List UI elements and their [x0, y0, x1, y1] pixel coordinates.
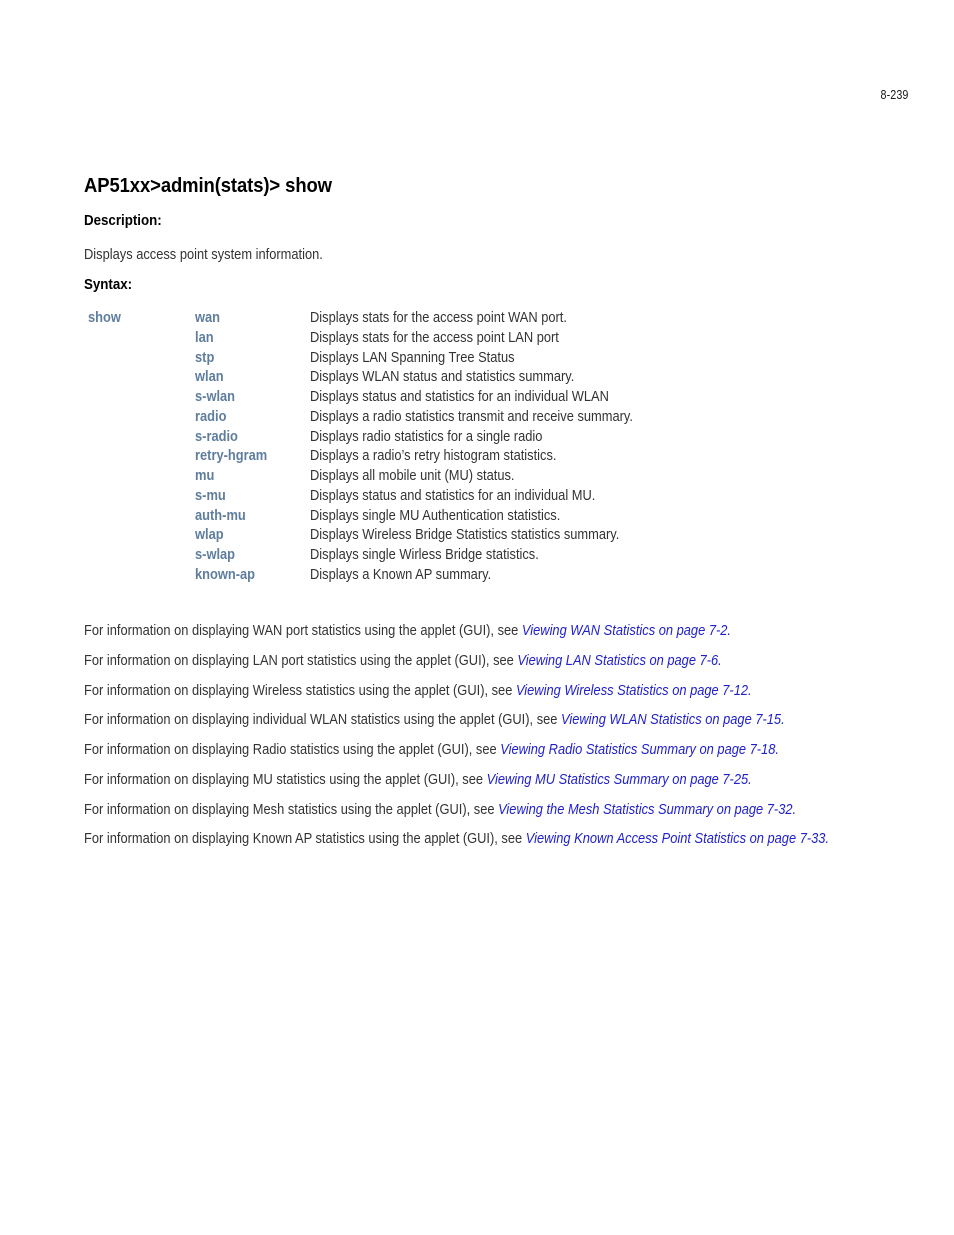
- syntax-keyword-description: Displays a radio’s retry histogram stati…: [310, 448, 557, 465]
- cross-reference-inner: For information on displaying Wireless s…: [84, 683, 752, 699]
- syntax-keyword-description: Displays a radio statistics transmit and…: [310, 408, 633, 425]
- syntax-row: s-wlap Displays single Wirless Bridge sta…: [84, 547, 904, 567]
- syntax-keyword[interactable]: lan: [195, 330, 214, 346]
- syntax-keyword[interactable]: stp: [195, 350, 214, 366]
- cross-reference-link[interactable]: Viewing LAN Statistics on page 7-6.: [517, 653, 721, 669]
- syntax-keyword[interactable]: mu: [195, 468, 214, 484]
- syntax-row: s-mu Displays status and statistics for a…: [84, 488, 904, 508]
- cross-reference-text: For information on displaying Wireless s…: [84, 682, 516, 699]
- syntax-row: mu Displays all mobile unit (MU) status.: [84, 468, 904, 488]
- syntax-row: radio Displays a radio statistics transmi…: [84, 409, 904, 429]
- syntax-row: wan Displays stats for the access point W…: [84, 310, 904, 330]
- syntax-heading: Syntax:: [84, 277, 133, 294]
- syntax-keyword-description: Displays Wireless Bridge Statistics stat…: [310, 527, 620, 544]
- syntax-keyword[interactable]: s-wlap: [195, 547, 235, 563]
- syntax-keyword-description: Displays LAN Spanning Tree Status: [310, 349, 515, 366]
- cross-reference-inner: For information on displaying Mesh stati…: [84, 802, 796, 818]
- cross-reference-text: For information on displaying Known AP s…: [84, 831, 526, 848]
- cross-reference-inner: For information on displaying WAN port s…: [84, 623, 731, 639]
- syntax-keyword[interactable]: known-ap: [195, 567, 255, 583]
- cross-reference-inner: For information on displaying LAN port s…: [84, 653, 722, 669]
- page-title: AP51xx>admin(stats)> show: [84, 173, 332, 197]
- cross-reference-text: For information on displaying Radio stat…: [84, 742, 501, 758]
- cross-reference-paragraph: For information on displaying Mesh stati…: [84, 802, 914, 832]
- syntax-keyword[interactable]: wlan: [195, 369, 224, 385]
- cross-reference-link[interactable]: Viewing MU Statistics Summary on page 7-…: [487, 772, 752, 788]
- cross-reference-paragraph: For information on displaying individual…: [84, 712, 914, 742]
- syntax-row-list: wan Displays stats for the access point W…: [84, 310, 904, 587]
- syntax-row: wlap Displays Wireless Bridge Statistics …: [84, 527, 904, 547]
- syntax-keyword[interactable]: s-mu: [195, 488, 226, 504]
- cross-reference-text: For information on displaying Mesh stati…: [84, 801, 499, 818]
- syntax-keyword-description: Displays all mobile unit (MU) status.: [310, 468, 515, 484]
- cross-reference-paragraph: For information on displaying WAN port s…: [84, 623, 914, 653]
- syntax-keyword-description: Displays a Known AP summary.: [310, 566, 492, 583]
- cross-reference-inner: For information on displaying MU statist…: [84, 772, 752, 788]
- syntax-keyword-description: Displays radio statistics for a single r…: [310, 428, 543, 445]
- cross-reference-text: For information on displaying MU statist…: [84, 771, 487, 788]
- syntax-keyword-description: Displays status and statistics for an in…: [310, 487, 596, 504]
- description-heading: Description:: [84, 213, 162, 230]
- syntax-keyword[interactable]: retry-hgram: [195, 448, 267, 464]
- cross-reference-link[interactable]: Viewing Wireless Statistics on page 7-12…: [516, 683, 752, 699]
- cross-reference-text: For information on displaying individual…: [84, 712, 562, 729]
- syntax-keyword[interactable]: s-radio: [195, 429, 238, 445]
- syntax-row: s-radio Displays radio statistics for a s…: [84, 429, 904, 449]
- cross-reference-link[interactable]: Viewing WAN Statistics on page 7-2.: [522, 623, 731, 639]
- cross-reference-paragraph: For information on displaying MU statist…: [84, 772, 914, 802]
- cross-reference-paragraph: For information on displaying LAN port s…: [84, 653, 914, 683]
- cross-reference-inner: For information on displaying Known AP s…: [84, 831, 829, 847]
- page-number-header: 8-239: [880, 88, 908, 102]
- syntax-keyword-description: Displays WLAN status and statistics summ…: [310, 369, 575, 386]
- syntax-keyword-description: Displays stats for the access point LAN …: [310, 329, 559, 346]
- syntax-row: wlan Displays WLAN status and statistics …: [84, 369, 904, 389]
- cross-reference-paragraph: For information on displaying Radio stat…: [84, 742, 914, 772]
- cross-reference-link[interactable]: Viewing Radio Statistics Summary on page…: [500, 742, 779, 758]
- syntax-row: retry-hgram Displays a radio’s retry hist…: [84, 448, 904, 468]
- cross-reference-text: For information on displaying LAN port s…: [84, 652, 518, 669]
- syntax-row: stp Displays LAN Spanning Tree Status: [84, 350, 904, 370]
- syntax-keyword-description: Displays stats for the access point WAN …: [310, 310, 567, 326]
- syntax-keyword[interactable]: wlap: [195, 527, 224, 543]
- syntax-row: auth-mu Displays single MU Authentication…: [84, 508, 904, 528]
- cross-reference-link[interactable]: Viewing the Mesh Statistics Summary on p…: [498, 802, 796, 818]
- cross-reference-list: For information on displaying WAN port s…: [84, 623, 914, 861]
- syntax-keyword[interactable]: wan: [195, 310, 220, 326]
- syntax-keyword[interactable]: auth-mu: [195, 508, 246, 524]
- cross-reference-paragraph: For information on displaying Known AP s…: [84, 831, 914, 861]
- syntax-row: lan Displays stats for the access point L…: [84, 330, 904, 350]
- cross-reference-inner: For information on displaying Radio stat…: [84, 742, 779, 758]
- syntax-keyword-description: Displays single Wirless Bridge statistic…: [310, 547, 539, 563]
- cross-reference-link[interactable]: Viewing WLAN Statistics on page 7-15.: [561, 712, 785, 728]
- syntax-table: show wan Displays stats for the access po…: [84, 310, 904, 587]
- cross-reference-paragraph: For information on displaying Wireless s…: [84, 683, 914, 713]
- syntax-keyword-description: Displays single MU Authentication statis…: [310, 507, 561, 524]
- syntax-keyword-description: Displays status and statistics for an in…: [310, 389, 609, 405]
- syntax-keyword[interactable]: s-wlan: [195, 389, 235, 405]
- syntax-row: s-wlan Displays status and statistics for…: [84, 389, 904, 409]
- description-text: Displays access point system information…: [84, 247, 323, 264]
- syntax-keyword[interactable]: radio: [195, 409, 226, 425]
- document-page: 8-239 AP51xx>admin(stats)> show Descript…: [0, 0, 954, 1235]
- syntax-row: known-ap Displays a Known AP summary.: [84, 567, 904, 587]
- cross-reference-inner: For information on displaying individual…: [84, 712, 785, 728]
- cross-reference-text: For information on displaying WAN port s…: [84, 623, 522, 639]
- cross-reference-link[interactable]: Viewing Known Access Point Statistics on…: [526, 831, 829, 847]
